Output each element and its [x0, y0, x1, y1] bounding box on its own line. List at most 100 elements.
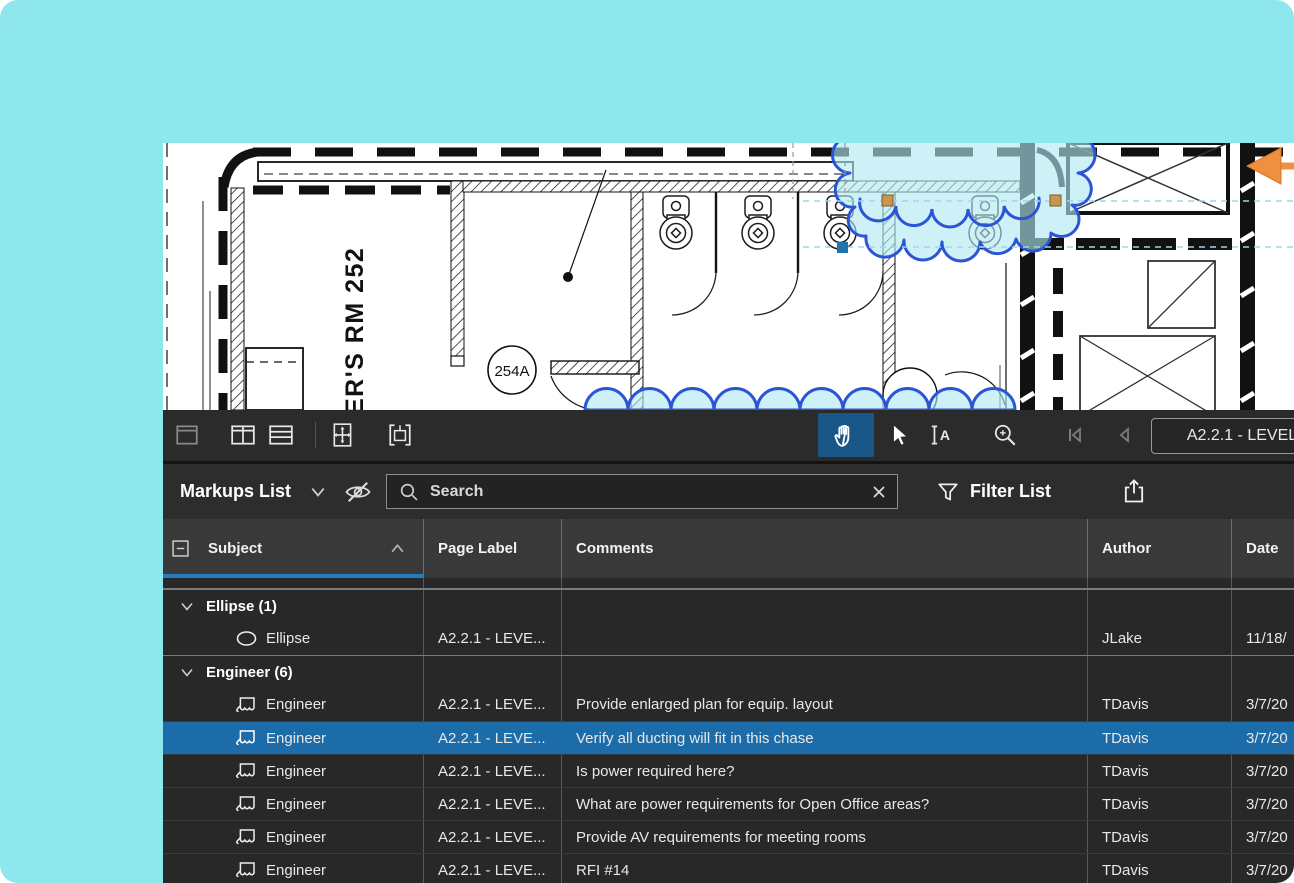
comment-cell: RFI #14 — [562, 854, 1088, 883]
markup-row[interactable]: Engineer A2.2.1 - LEVE... RFI #14 TDavis… — [163, 853, 1294, 883]
column-header-author[interactable]: Author — [1088, 519, 1232, 578]
split-horizontal-button[interactable] — [259, 413, 303, 457]
filter-list-button[interactable]: Filter List — [936, 464, 1051, 519]
author-cell: TDavis — [1088, 722, 1232, 754]
select-text-icon: A — [928, 422, 956, 448]
comment-cell: What are power requirements for Open Off… — [562, 788, 1088, 820]
engineer-callout-icon — [235, 760, 258, 782]
markups-table-header: Subject Page Label Comments Author Date — [163, 519, 1294, 578]
sort-ascending-icon — [390, 543, 405, 554]
page-label-box[interactable]: A2.2.1 - LEVEL — [1151, 418, 1294, 454]
markup-handle-blue[interactable] — [837, 242, 848, 253]
page-label-text: A2.2.1 - LEVEL — [1187, 427, 1294, 445]
split-vertical-icon — [230, 422, 256, 448]
subject-cell: Engineer — [266, 796, 326, 813]
comment-cell: Provide enlarged plan for equip. layout — [562, 688, 1088, 721]
ellipse-markup-icon — [235, 630, 258, 647]
view-toolbar: A — [163, 410, 1294, 464]
previous-page-icon — [1113, 423, 1137, 447]
select-text-button[interactable]: A — [920, 413, 964, 457]
date-cell: 11/18/ — [1232, 622, 1294, 655]
bottom-cloud-markup[interactable] — [585, 389, 1015, 411]
date-cell: 3/7/20 — [1232, 854, 1294, 883]
column-header-comments[interactable]: Comments — [562, 519, 1088, 578]
engineer-callout-icon — [235, 793, 258, 815]
date-cell: 3/7/20 — [1232, 755, 1294, 787]
comment-cell: Provide AV requirements for meeting room… — [562, 821, 1088, 853]
share-export-icon — [1121, 477, 1147, 505]
column-header-date[interactable]: Date — [1232, 519, 1294, 578]
document-move-button[interactable] — [321, 413, 365, 457]
select-tool-button[interactable] — [878, 413, 922, 457]
subject-cell: Engineer — [266, 829, 326, 846]
document-resize-button[interactable] — [378, 413, 422, 457]
markup-row[interactable]: Engineer A2.2.1 - LEVE... Provide AV req… — [163, 820, 1294, 853]
chevron-down-icon[interactable] — [180, 667, 194, 678]
markup-row[interactable]: Engineer A2.2.1 - LEVE... What are power… — [163, 787, 1294, 820]
page-label-cell: A2.2.1 - LEVE... — [424, 688, 562, 721]
door-tag-label: 254A — [494, 363, 529, 380]
screenshot-stage: ER'S RM 252 254A — [0, 0, 1294, 883]
markup-row-selected[interactable]: Engineer A2.2.1 - LEVE... Verify all duc… — [163, 721, 1294, 754]
markup-row[interactable]: Engineer A2.2.1 - LEVE... Is power requi… — [163, 754, 1294, 787]
sorted-column-underline — [163, 574, 424, 578]
subject-cell: Engineer — [266, 696, 326, 713]
zoom-tool-button[interactable] — [983, 413, 1027, 457]
pan-tool-button[interactable] — [818, 413, 874, 457]
chevron-down-icon[interactable] — [310, 485, 326, 503]
author-cell: JLake — [1088, 622, 1232, 655]
single-pane-button[interactable] — [165, 413, 209, 457]
page-label-cell: A2.2.1 - LEVE... — [424, 821, 562, 853]
author-cell: TDavis — [1088, 788, 1232, 820]
eye-slash-icon — [343, 479, 373, 505]
collapse-all-icon[interactable] — [172, 540, 189, 557]
partial-row — [163, 578, 1294, 589]
page-label-cell: A2.2.1 - LEVE... — [424, 854, 562, 883]
author-cell: TDavis — [1088, 854, 1232, 883]
engineer-callout-icon — [235, 826, 258, 848]
filter-list-label: Filter List — [970, 481, 1051, 502]
split-horizontal-icon — [268, 422, 294, 448]
engineer-callout-icon — [235, 727, 258, 749]
subject-cell: Engineer — [266, 763, 326, 780]
subject-cell: Engineer — [266, 862, 326, 879]
group-label: Engineer (6) — [206, 664, 293, 681]
author-cell: TDavis — [1088, 688, 1232, 721]
date-cell: 3/7/20 — [1232, 688, 1294, 721]
engineer-callout-icon — [235, 694, 258, 716]
grid-lines — [167, 143, 210, 410]
chevron-down-icon[interactable] — [180, 601, 194, 612]
previous-page-button[interactable] — [1103, 413, 1147, 457]
zoom-magnifier-icon — [992, 422, 1018, 448]
first-page-button[interactable] — [1053, 413, 1097, 457]
markup-handle-right[interactable] — [1050, 195, 1061, 206]
document-move-icon — [330, 422, 356, 448]
first-page-icon — [1063, 423, 1087, 447]
walls — [223, 152, 1294, 410]
hide-markups-button[interactable] — [343, 479, 373, 510]
group-label: Ellipse (1) — [206, 598, 277, 615]
subject-cell: Ellipse — [266, 630, 310, 647]
date-cell: 3/7/20 — [1232, 722, 1294, 754]
markups-list-menu[interactable]: Markups List — [180, 464, 291, 519]
share-export-button[interactable] — [1121, 477, 1147, 505]
svg-text:A: A — [940, 427, 950, 443]
page-label-cell: A2.2.1 - LEVE... — [424, 622, 562, 655]
engineer-callout-icon — [235, 859, 258, 881]
revu-app-window: ER'S RM 252 254A — [163, 143, 1294, 883]
group-row-ellipse[interactable]: Ellipse (1) — [163, 589, 1294, 622]
markup-row[interactable]: Ellipse A2.2.1 - LEVE... JLake 11/18/ — [163, 622, 1294, 655]
document-viewport[interactable]: ER'S RM 252 254A — [163, 143, 1294, 410]
clear-search-button[interactable] — [871, 484, 887, 500]
column-header-page-label[interactable]: Page Label — [424, 519, 562, 578]
filter-funnel-icon — [936, 481, 960, 503]
search-input[interactable] — [428, 482, 871, 502]
column-header-subject[interactable]: Subject — [163, 519, 424, 578]
room-label: ER'S RM 252 — [341, 247, 369, 410]
markup-row[interactable]: Engineer A2.2.1 - LEVE... Provide enlarg… — [163, 688, 1294, 721]
page-label-cell: A2.2.1 - LEVE... — [424, 788, 562, 820]
markup-handle-left[interactable] — [882, 195, 893, 206]
group-row-engineer[interactable]: Engineer (6) — [163, 655, 1294, 688]
comment-cell: Is power required here? — [562, 755, 1088, 787]
search-box — [386, 474, 898, 509]
